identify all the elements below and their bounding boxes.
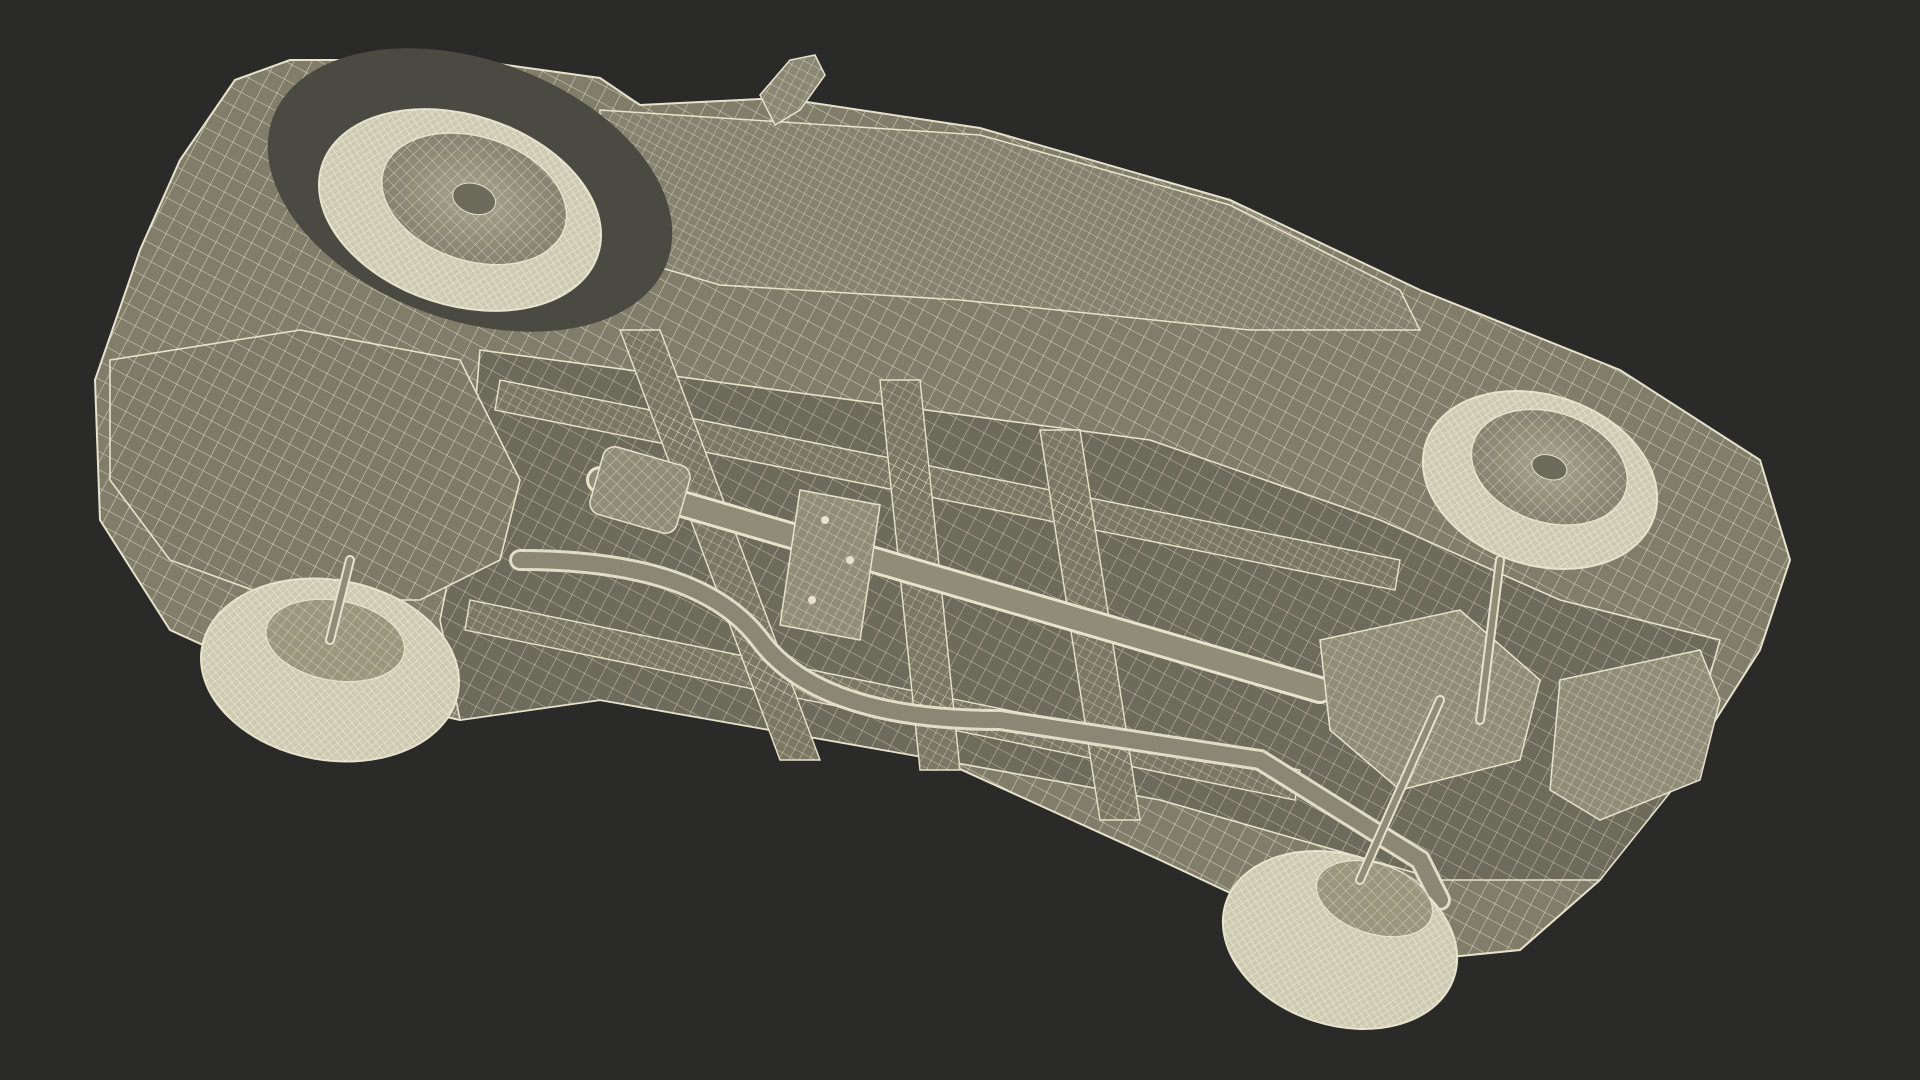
car-wireframe-render <box>93 48 1792 1030</box>
render-viewport <box>0 0 1920 1080</box>
rear-floor-plate <box>109 329 521 601</box>
